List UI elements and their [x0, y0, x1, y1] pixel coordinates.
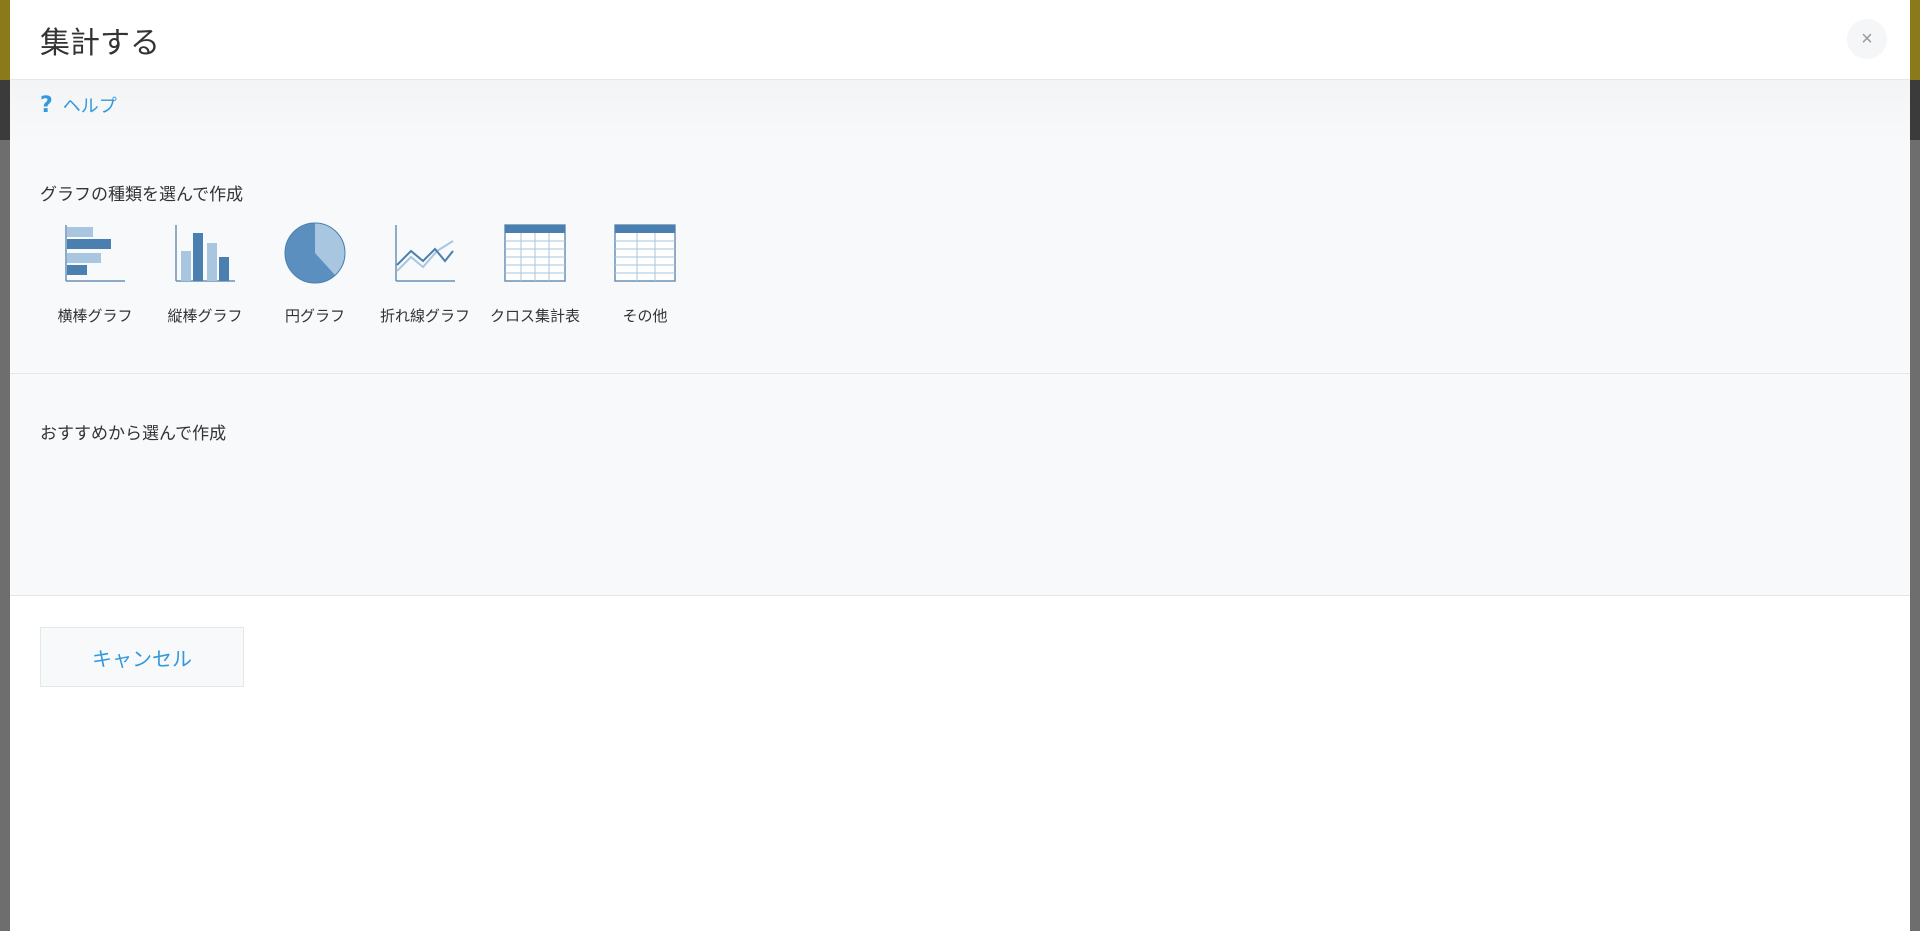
recommended-section-label: おすすめから選んで作成 — [40, 424, 227, 444]
dialog-header: 集計する × — [10, 0, 1910, 80]
chart-type-line[interactable]: 折れ線グラフ — [370, 221, 480, 326]
dialog-footer: キャンセル — [10, 596, 1910, 796]
aggregate-dialog: 集計する × ? ヘルプ グラフの種類を選んで作成 横棒グラフ 縦棒グラフ 円グ… — [10, 0, 1910, 931]
chart-type-section-label: グラフの種類を選んで作成 — [40, 185, 244, 205]
chart-type-list: 横棒グラフ 縦棒グラフ 円グラフ 折れ線グラフ クロス集計表 その他 — [40, 221, 1910, 326]
chart-type-cross-table[interactable]: クロス集計表 — [480, 221, 590, 326]
help-label: ヘルプ — [62, 96, 117, 117]
chart-type-label: その他 — [622, 307, 668, 325]
chart-type-label: 縦棒グラフ — [167, 307, 243, 325]
recommended-section: おすすめから選んで作成 — [10, 374, 1910, 596]
chart-type-other[interactable]: その他 — [590, 221, 700, 326]
vertical-bar-chart-icon — [175, 225, 235, 282]
chart-type-vertical-bar[interactable]: 縦棒グラフ — [150, 221, 260, 326]
help-link[interactable]: ? ヘルプ — [40, 92, 117, 118]
table-icon — [614, 224, 676, 282]
chart-type-label: 折れ線グラフ — [379, 307, 470, 325]
chart-type-label: クロス集計表 — [489, 307, 580, 325]
help-bar: ? ヘルプ — [10, 80, 1910, 140]
cross-table-icon — [504, 224, 566, 282]
question-icon: ? — [40, 92, 53, 118]
pie-chart-icon — [284, 222, 346, 284]
cancel-button[interactable]: キャンセル — [40, 627, 244, 687]
chart-type-section: グラフの種類を選んで作成 横棒グラフ 縦棒グラフ 円グラフ 折れ線グラフ クロス… — [10, 140, 1910, 374]
chart-type-horizontal-bar[interactable]: 横棒グラフ — [40, 221, 150, 326]
close-button[interactable]: × — [1847, 19, 1887, 59]
chart-type-pie[interactable]: 円グラフ — [260, 221, 370, 326]
chart-type-label: 横棒グラフ — [57, 307, 133, 325]
chart-type-label: 円グラフ — [284, 307, 345, 325]
line-chart-icon — [395, 225, 455, 282]
horizontal-bar-chart-icon — [65, 225, 125, 282]
dialog-title: 集計する — [40, 26, 160, 61]
